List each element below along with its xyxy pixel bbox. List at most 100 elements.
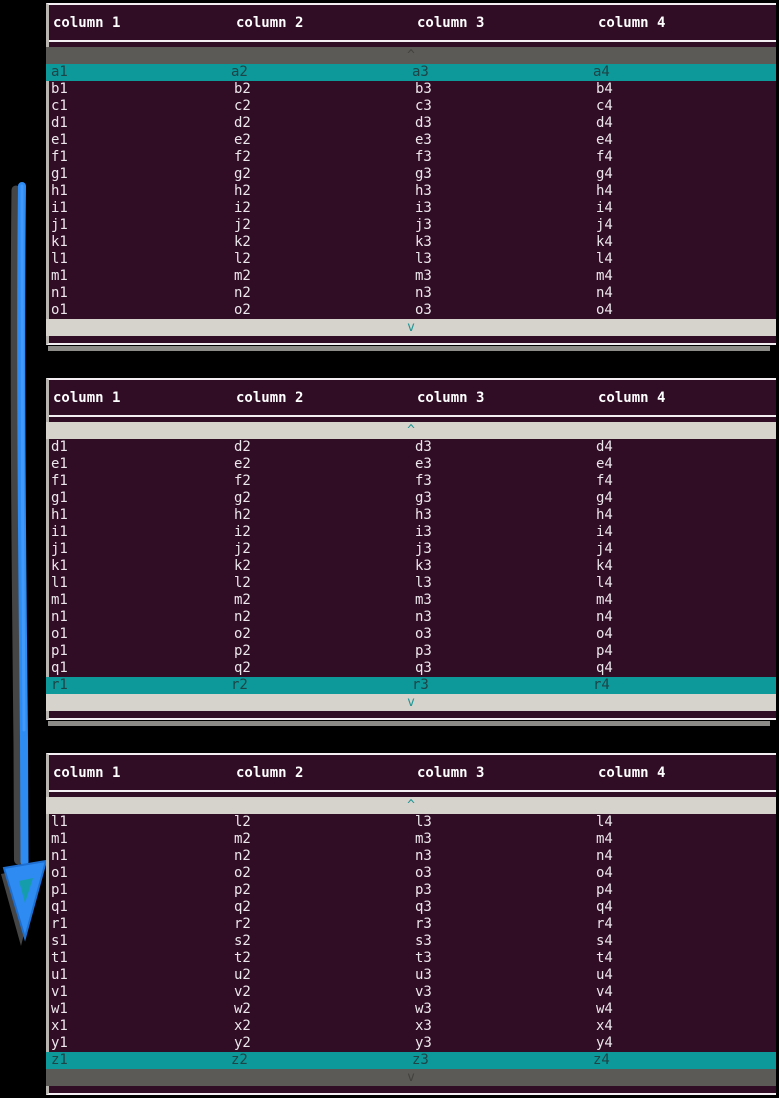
table-cell: c2 xyxy=(234,98,251,114)
table-cell: k3 xyxy=(415,234,432,250)
table-row[interactable]: l1 l2 l3 l4 xyxy=(49,575,776,592)
table-cell: d3 xyxy=(415,115,432,131)
table-cell: x4 xyxy=(596,1018,613,1034)
table-cell: t3 xyxy=(415,950,432,966)
table-cell: e1 xyxy=(51,456,68,472)
table-cell: m4 xyxy=(596,831,613,847)
table-cell: l4 xyxy=(596,575,613,591)
table-row[interactable]: o1 o2 o3 o4 xyxy=(49,865,776,882)
table-row[interactable]: p1 p2 p3 p4 xyxy=(49,882,776,899)
table-row[interactable]: v1 v2 v3 v4 xyxy=(49,984,776,1001)
table-row[interactable]: w1 w2 w3 w4 xyxy=(49,1001,776,1018)
table-row[interactable]: m1 m2 m3 m4 xyxy=(49,831,776,848)
table-row[interactable]: e1 e2 e3 e4 xyxy=(49,132,776,149)
scroll-up-indicator[interactable]: ^ xyxy=(46,47,776,64)
table-row[interactable]: n1 n2 n3 n4 xyxy=(49,848,776,865)
table-row[interactable]: j1 j2 j3 j4 xyxy=(49,541,776,558)
table-row[interactable]: r1 r2 r3 r4 xyxy=(49,916,776,933)
table-header: column 1 column 2 column 3 column 4 xyxy=(49,755,776,792)
table-cell: t1 xyxy=(51,950,68,966)
table-row[interactable]: h1 h2 h3 h4 xyxy=(49,183,776,200)
table-cell: j3 xyxy=(415,541,432,557)
table-row[interactable]: m1 m2 m3 m4 xyxy=(49,268,776,285)
table-cell: g3 xyxy=(415,166,432,182)
table-row[interactable]: j1 j2 j3 j4 xyxy=(49,217,776,234)
table-cell: x3 xyxy=(415,1018,432,1034)
table-cell: b1 xyxy=(51,81,68,97)
table-row[interactable]: u1 u2 u3 u4 xyxy=(49,967,776,984)
table-cell: s2 xyxy=(234,933,251,949)
table-cell: p1 xyxy=(51,882,68,898)
table-cell: o2 xyxy=(234,302,251,318)
table-cell: r4 xyxy=(596,916,613,932)
table-cell: i2 xyxy=(234,200,251,216)
table-cell: o4 xyxy=(596,626,613,642)
table-cell: i2 xyxy=(234,524,251,540)
table-row[interactable]: x1 x2 x3 x4 xyxy=(49,1018,776,1035)
table-row[interactable]: f1 f2 f3 f4 xyxy=(49,149,776,166)
table-row[interactable]: n1 n2 n3 n4 xyxy=(49,609,776,626)
table-cell: l1 xyxy=(51,575,68,591)
table-row-selected[interactable]: r1 r2 r3 r4 xyxy=(46,677,776,694)
table-cell: s1 xyxy=(51,933,68,949)
column-header: column 2 xyxy=(236,389,304,406)
table-row[interactable]: i1 i2 i3 i4 xyxy=(49,200,776,217)
table-cell: l3 xyxy=(415,251,432,267)
table-cell: r1 xyxy=(51,677,68,693)
table-cell: a2 xyxy=(231,64,248,80)
table-row[interactable]: e1 e2 e3 e4 xyxy=(49,456,776,473)
table-row[interactable]: b1 b2 b3 b4 xyxy=(49,81,776,98)
table-cell: e4 xyxy=(596,456,613,472)
table-cell: e3 xyxy=(415,132,432,148)
table-cell: c1 xyxy=(51,98,68,114)
table-row[interactable]: o1 o2 o3 o4 xyxy=(49,302,776,319)
column-header: column 3 xyxy=(417,764,485,781)
table-cell: m4 xyxy=(596,268,613,284)
table-row[interactable]: l1 l2 l3 l4 xyxy=(49,814,776,831)
table-row[interactable]: p1 p2 p3 p4 xyxy=(49,643,776,660)
table-row[interactable]: i1 i2 i3 i4 xyxy=(49,524,776,541)
table-row[interactable]: q1 q2 q3 q4 xyxy=(49,660,776,677)
table-cell: a3 xyxy=(412,64,429,80)
table-cell: f2 xyxy=(234,473,251,489)
table-row[interactable]: k1 k2 k3 k4 xyxy=(49,558,776,575)
table-row[interactable]: g1 g2 g3 g4 xyxy=(49,166,776,183)
scroll-down-indicator[interactable]: v xyxy=(46,1069,776,1086)
table-row[interactable]: h1 h2 h3 h4 xyxy=(49,507,776,524)
scroll-up-indicator[interactable]: ^ xyxy=(46,797,776,814)
table-cell: o1 xyxy=(51,865,68,881)
table-cell: w4 xyxy=(596,1001,613,1017)
table-row-selected[interactable]: a1 a2 a3 a4 xyxy=(46,64,776,81)
table-row[interactable]: q1 q2 q3 q4 xyxy=(49,899,776,916)
table-cell: d2 xyxy=(234,439,251,455)
table-cell: h4 xyxy=(596,507,613,523)
table-row[interactable]: n1 n2 n3 n4 xyxy=(49,285,776,302)
table-cell: q2 xyxy=(234,660,251,676)
table-cell: o3 xyxy=(415,302,432,318)
table-row[interactable]: d1 d2 d3 d4 xyxy=(49,115,776,132)
table-cell: g1 xyxy=(51,166,68,182)
scroll-down-indicator[interactable]: v xyxy=(46,694,776,711)
table-cell: m1 xyxy=(51,268,68,284)
table-cell: n3 xyxy=(415,848,432,864)
table-cell: g2 xyxy=(234,490,251,506)
table-cell: p1 xyxy=(51,643,68,659)
table-row[interactable]: y1 y2 y3 y4 xyxy=(49,1035,776,1052)
table-row[interactable]: m1 m2 m3 m4 xyxy=(49,592,776,609)
table-cell: v3 xyxy=(415,984,432,1000)
table-cell: g4 xyxy=(596,166,613,182)
table-row[interactable]: l1 l2 l3 l4 xyxy=(49,251,776,268)
scroll-down-indicator[interactable]: v xyxy=(46,319,776,336)
table-row[interactable]: o1 o2 o3 o4 xyxy=(49,626,776,643)
scroll-up-indicator[interactable]: ^ xyxy=(46,422,776,439)
table-row[interactable]: t1 t2 t3 t4 xyxy=(49,950,776,967)
table-row[interactable]: c1 c2 c3 c4 xyxy=(49,98,776,115)
table-row[interactable]: f1 f2 f3 f4 xyxy=(49,473,776,490)
table-row[interactable]: s1 s2 s3 s4 xyxy=(49,933,776,950)
table-cell: q1 xyxy=(51,899,68,915)
table-row-selected[interactable]: z1 z2 z3 z4 xyxy=(46,1052,776,1069)
table-row[interactable]: g1 g2 g3 g4 xyxy=(49,490,776,507)
table-row[interactable]: d1 d2 d3 d4 xyxy=(49,439,776,456)
table-cell: l2 xyxy=(234,575,251,591)
table-row[interactable]: k1 k2 k3 k4 xyxy=(49,234,776,251)
